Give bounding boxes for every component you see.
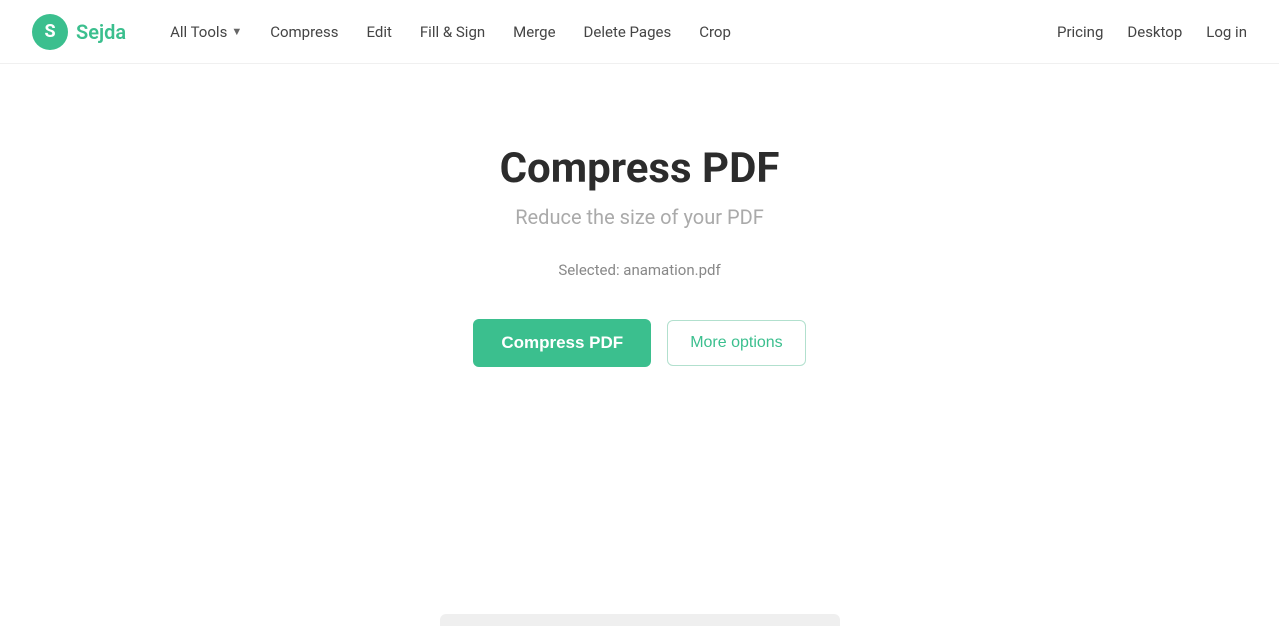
nav-item-merge[interactable]: Merge	[501, 15, 567, 49]
logo-text: Sejda	[76, 20, 126, 44]
selected-file-label: Selected: anamation.pdf	[558, 261, 720, 279]
header-right: Pricing Desktop Log in	[1057, 23, 1247, 41]
nav-item-fill-sign[interactable]: Fill & Sign	[408, 15, 497, 49]
main-content: Compress PDF Reduce the size of your PDF…	[0, 64, 1279, 367]
page-title: Compress PDF	[500, 144, 780, 193]
main-nav: All Tools ▼ Compress Edit Fill & Sign Me…	[158, 15, 743, 49]
header-left: S Sejda All Tools ▼ Compress Edit Fill &…	[32, 14, 743, 50]
action-row: Compress PDF More options	[473, 319, 805, 367]
bottom-bar	[440, 614, 840, 626]
desktop-link[interactable]: Desktop	[1127, 23, 1182, 41]
page-subtitle: Reduce the size of your PDF	[515, 205, 764, 229]
nav-item-delete-pages[interactable]: Delete Pages	[572, 15, 684, 49]
logo[interactable]: S Sejda	[32, 14, 126, 50]
login-link[interactable]: Log in	[1206, 23, 1247, 41]
header: S Sejda All Tools ▼ Compress Edit Fill &…	[0, 0, 1279, 64]
compress-pdf-button[interactable]: Compress PDF	[473, 319, 651, 367]
nav-item-edit[interactable]: Edit	[354, 15, 403, 49]
pricing-link[interactable]: Pricing	[1057, 23, 1103, 41]
chevron-down-icon: ▼	[231, 25, 242, 38]
more-options-button[interactable]: More options	[667, 320, 806, 366]
nav-item-compress[interactable]: Compress	[258, 15, 350, 49]
logo-icon: S	[32, 14, 68, 50]
nav-item-all-tools[interactable]: All Tools ▼	[158, 15, 254, 49]
nav-item-crop[interactable]: Crop	[687, 15, 743, 49]
